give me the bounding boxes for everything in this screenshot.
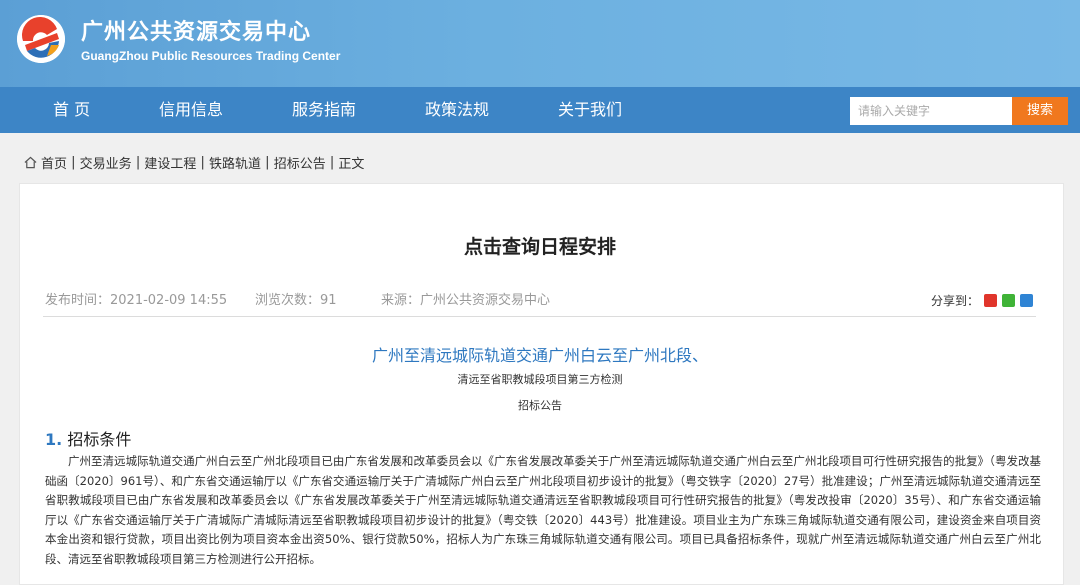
breadcrumb-item-tender[interactable]: 招标公告 — [274, 153, 326, 172]
search-input[interactable] — [850, 97, 1012, 125]
share-label: 分享到： — [931, 294, 980, 308]
breadcrumb-separator: | — [196, 155, 210, 170]
section-paragraph: 广州至清远城际轨道交通广州白云至广州北段项目已由广东省发展和改革委员会以《广东省… — [45, 454, 1041, 566]
breadcrumb-separator: | — [67, 155, 80, 170]
qq-icon[interactable] — [1020, 294, 1034, 307]
weibo-icon[interactable] — [984, 294, 998, 307]
share-bar: 分享到： — [931, 292, 1034, 309]
search-button[interactable]: 搜索 — [1012, 97, 1068, 125]
home-icon — [24, 156, 37, 169]
gzggzy-logo-icon[interactable] — [17, 15, 65, 63]
site-title: 广州公共资源交易中心 — [81, 20, 312, 45]
section-number: 1. — [45, 430, 63, 449]
nav-item-about[interactable]: 关于我们 — [558, 87, 622, 133]
site-subtitle: GuangZhou Public Resources Trading Cente… — [81, 49, 341, 63]
breadcrumb-item-current: 正文 — [338, 157, 365, 172]
breadcrumb-item-construction[interactable]: 建设工程 — [144, 153, 196, 172]
breadcrumb: 首页 | 交易业务 | 建设工程 | 铁路轨道 | 招标公告 | 正文 — [24, 153, 364, 172]
breadcrumb-separator: | — [325, 155, 339, 170]
section-heading: 1. 招标条件 — [45, 426, 131, 450]
nav-item-credit[interactable]: 信用信息 — [159, 87, 223, 133]
divider — [43, 316, 1036, 317]
notice-heading-line2: 清远至省职教城段项目第三方检测 — [457, 373, 623, 386]
breadcrumb-item-home[interactable]: 首页 — [41, 153, 67, 172]
view-count: 浏览次数：91 — [255, 293, 337, 308]
notice-heading-line1: 广州至清远城际轨道交通广州白云至广州北段、 — [371, 346, 708, 365]
breadcrumb-separator: | — [131, 155, 145, 170]
breadcrumb-separator: | — [261, 155, 274, 170]
site-header: 广州公共资源交易中心 GuangZhou Public Resources Tr… — [0, 0, 1080, 87]
nav-item-policy[interactable]: 政策法规 — [425, 87, 489, 133]
article-source: 来源：广州公共资源交易中心 — [381, 293, 551, 308]
nav-item-guide[interactable]: 服务指南 — [292, 87, 356, 133]
notice-heading-line3: 招标公告 — [518, 399, 562, 412]
wechat-icon[interactable] — [1002, 294, 1016, 307]
section-title: 招标条件 — [67, 430, 132, 449]
article-title[interactable]: 点击查询日程安排 — [0, 232, 1080, 259]
nav-item-home[interactable]: 首 页 — [53, 87, 90, 133]
publish-time: 发布时间：2021-02-09 14:55 — [45, 293, 228, 308]
breadcrumb-item-railway[interactable]: 铁路轨道 — [209, 153, 261, 172]
breadcrumb-item-trading[interactable]: 交易业务 — [80, 153, 132, 172]
